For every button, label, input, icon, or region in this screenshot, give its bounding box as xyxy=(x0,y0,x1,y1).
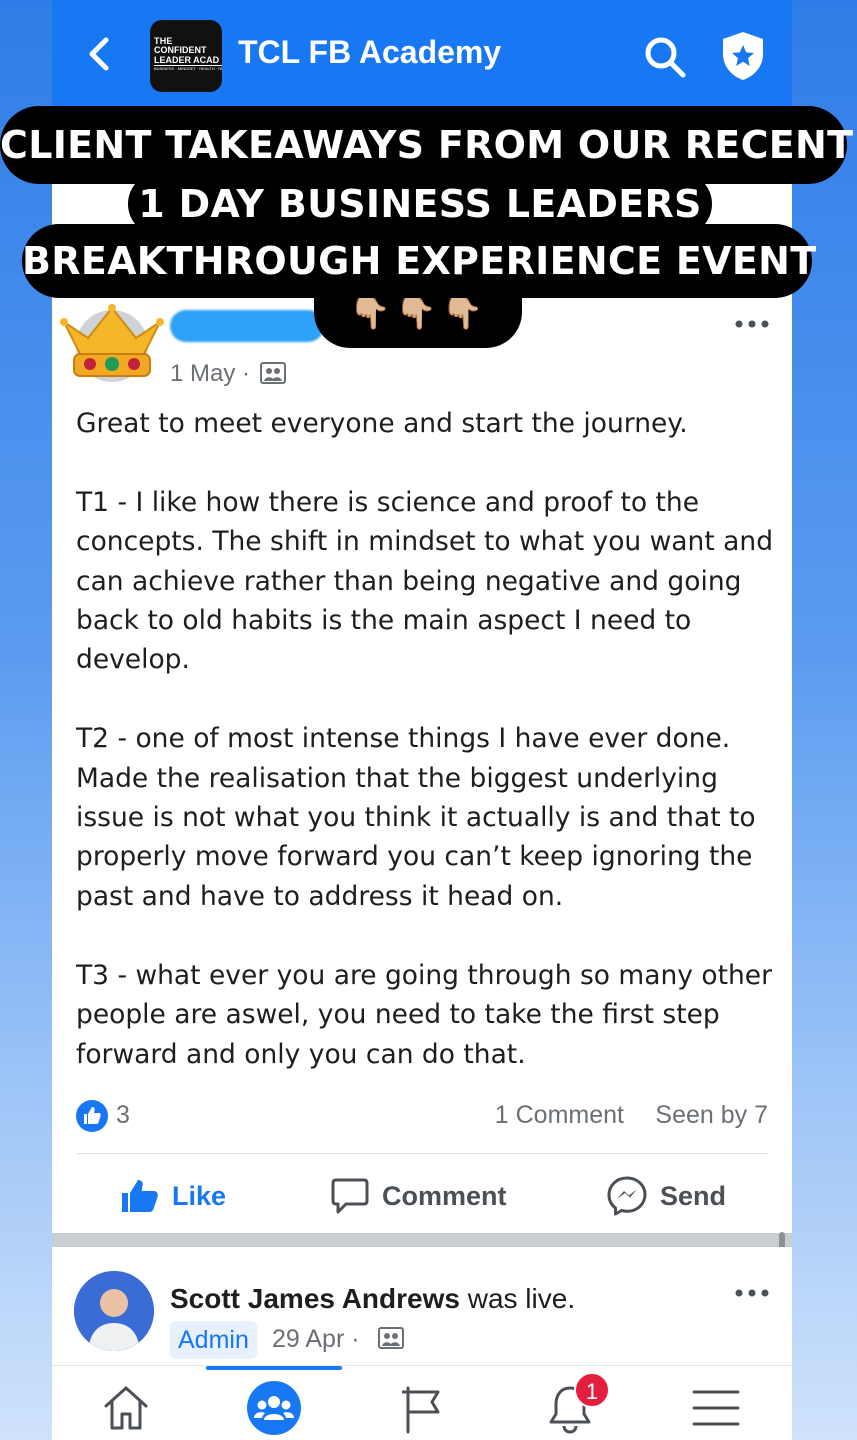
caption-line-3: BREAKTHROUGH EXPERIENCE EVENT xyxy=(22,224,816,298)
next-post-header: Scott James Andrews was live. Admin 29 A… xyxy=(52,1247,792,1365)
logo-text-3: LEADER ACAD xyxy=(154,55,222,66)
author-action: was live. xyxy=(459,1283,576,1314)
post-body: Great to meet everyone and start the jou… xyxy=(76,408,774,1070)
speech-bubble-icon xyxy=(331,1178,369,1214)
seen-by-count[interactable]: Seen by 7 xyxy=(655,1101,768,1130)
shield-star-icon[interactable] xyxy=(720,30,766,82)
logo-text-2: CONFIDENT xyxy=(154,45,207,55)
author-line: Scott James Andrews was live. xyxy=(170,1283,575,1315)
group-logo[interactable]: THE CONFIDENT LEADER ACAD BUSINESS · MIN… xyxy=(150,20,222,92)
like-count[interactable]: 3 xyxy=(116,1101,130,1130)
author-avatar[interactable] xyxy=(74,1271,154,1351)
author-name[interactable]: Scott James Andrews xyxy=(170,1283,460,1314)
back-arrow-icon[interactable] xyxy=(82,34,118,74)
messenger-icon xyxy=(607,1176,647,1216)
groups-icon[interactable] xyxy=(246,1380,302,1436)
send-label: Send xyxy=(660,1180,727,1211)
post-date[interactable]: 1 May · xyxy=(170,360,250,388)
like-button[interactable]: Like xyxy=(120,1172,226,1220)
comment-count[interactable]: 1 Comment xyxy=(495,1101,624,1130)
thumbs-up-icon xyxy=(122,1180,158,1212)
bottom-tab-bar: 1 xyxy=(52,1365,792,1440)
comment-label: Comment xyxy=(382,1180,507,1211)
group-visibility-icon xyxy=(260,362,286,384)
person-photo-icon xyxy=(74,1271,154,1351)
notification-badge: 1 xyxy=(574,1372,610,1408)
top-bar: THE CONFIDENT LEADER ACAD BUSINESS · MIN… xyxy=(52,0,792,112)
group-title[interactable]: TCL FB Academy xyxy=(238,34,501,71)
like-reaction-icon[interactable] xyxy=(76,1100,108,1132)
active-tab-indicator xyxy=(206,1366,342,1370)
caption-overlay: 👇🏼👇🏼👇🏼 CLIENT TAKEAWAYS FROM OUR RECENT … xyxy=(0,106,857,348)
like-label: Like xyxy=(172,1180,227,1211)
comment-button[interactable]: Comment xyxy=(330,1172,507,1220)
send-button[interactable]: Send xyxy=(606,1172,726,1220)
next-post-date[interactable]: 29 Apr · xyxy=(272,1325,360,1354)
admin-badge: Admin xyxy=(170,1321,257,1359)
menu-icon[interactable] xyxy=(688,1380,744,1436)
flag-icon[interactable] xyxy=(396,1380,452,1436)
search-icon[interactable] xyxy=(642,34,688,80)
divider xyxy=(76,1153,768,1154)
post-stats: 3 1 Comment Seen by 7 xyxy=(76,1096,768,1136)
post-separator xyxy=(52,1233,792,1247)
group-visibility-icon xyxy=(378,1327,404,1349)
home-icon[interactable] xyxy=(98,1380,154,1436)
post-actions: Like Comment Send xyxy=(52,1166,792,1226)
more-options-icon[interactable] xyxy=(732,1285,772,1301)
logo-text-4: BUSINESS · MINDSET · HEALTH · RE xyxy=(154,66,222,71)
